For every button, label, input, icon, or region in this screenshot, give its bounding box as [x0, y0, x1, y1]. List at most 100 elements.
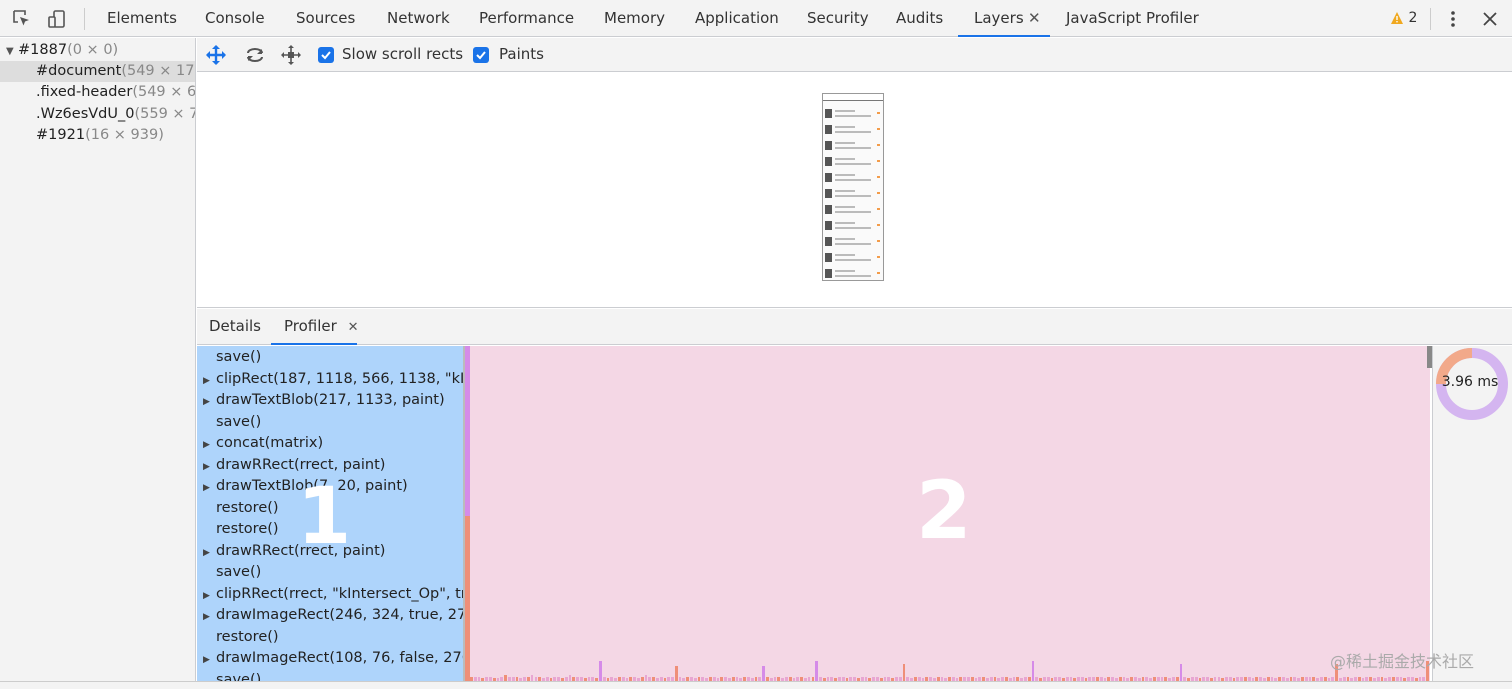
paint-command-text: save(): [216, 413, 262, 430]
expand-triangle-icon[interactable]: ▼: [6, 41, 18, 62]
expand-triangle-icon[interactable]: ▶: [197, 650, 216, 672]
thumbnail-list-item: [825, 123, 881, 137]
bottom-border: [0, 681, 1512, 689]
annotation-1: 1: [297, 472, 352, 562]
tab-profiler-label: Profiler: [284, 317, 337, 335]
paint-command-row[interactable]: ▶ concat(matrix): [197, 433, 323, 455]
paint-profiler-timeline[interactable]: 2: [470, 346, 1430, 689]
layers-3d-view[interactable]: [197, 73, 1512, 308]
tree-item-wz6esvdu[interactable]: .Wz6esVdU_0(559 × 7: [36, 104, 195, 125]
thumbnail-text-line: [835, 174, 855, 176]
expand-triangle-icon[interactable]: ▶: [197, 478, 216, 500]
tab-application[interactable]: Application: [695, 0, 779, 37]
tree-item-document[interactable]: #document(549 × 174: [0, 61, 196, 82]
paint-command-row[interactable]: restore(): [197, 627, 279, 649]
paint-command-row[interactable]: ▶ drawRRect(rrect, paint): [197, 455, 385, 477]
device-toolbar-icon[interactable]: [46, 8, 68, 30]
paint-command-row[interactable]: ▶ clipRRect(rrect, "kIntersect_Op", tr: [197, 584, 463, 606]
tab-console[interactable]: Console: [205, 0, 265, 37]
thumbnail-accent: [877, 192, 880, 194]
timeline-bar[interactable]: [1031, 661, 1035, 681]
paint-command-row[interactable]: save(): [197, 347, 261, 369]
paint-command-log[interactable]: save() ▶ drawImageRect(108, 76, false, 276…: [197, 346, 463, 689]
thumbnail-accent: [877, 160, 880, 162]
tab-memory[interactable]: Memory: [604, 0, 665, 37]
tab-security[interactable]: Security: [807, 0, 869, 37]
thumbnail-text-line: [835, 158, 855, 160]
expand-triangle-icon[interactable]: ▶: [197, 586, 216, 608]
paint-command-text: clipRRect(rrect, "kIntersect_Op", tr: [216, 585, 463, 602]
inspect-element-icon[interactable]: [11, 8, 33, 30]
thumbnail-accent: [877, 176, 880, 178]
page-layer-thumbnail[interactable]: [822, 93, 884, 281]
timeline-bar[interactable]: [762, 666, 765, 681]
timeline-bar[interactable]: [1179, 663, 1183, 681]
tab-audits[interactable]: Audits: [896, 0, 943, 37]
paint-command-row[interactable]: ▶ drawRRect(rrect, paint): [197, 541, 385, 563]
tree-item-1921[interactable]: #1921(16 × 939): [36, 125, 164, 146]
thumbnail-text-line: [835, 254, 855, 256]
watermark: @稀土掘金技术社区: [1330, 652, 1475, 671]
paints-checkbox[interactable]: [473, 47, 489, 63]
thumbnail-avatar: [825, 189, 832, 198]
thumbnail-accent: [877, 128, 880, 130]
paint-command-row[interactable]: restore(): [197, 498, 279, 520]
close-tab-icon[interactable]: ✕: [1028, 0, 1041, 37]
layer-name: .Wz6esVdU_0: [36, 106, 135, 122]
expand-triangle-icon[interactable]: ▶: [197, 371, 216, 393]
layer-tree: ▼ #1887(0 × 0) #document(549 × 174 .fixed…: [0, 38, 196, 689]
timeline-bar[interactable]: [815, 661, 819, 681]
warnings-indicator[interactable]: 2: [1390, 8, 1417, 30]
pan-mode-icon[interactable]: [205, 44, 227, 66]
thumbnail-text-line: [835, 211, 871, 213]
reset-transform-icon[interactable]: [280, 44, 302, 66]
timeline-bar[interactable]: [902, 663, 906, 681]
timeline-bar[interactable]: [599, 661, 602, 681]
paint-command-row[interactable]: ▶ clipRect(187, 1118, 566, 1138, "kIr: [197, 369, 463, 391]
close-devtools-icon[interactable]: [1479, 8, 1501, 30]
tree-item-fixed-header[interactable]: .fixed-header(549 × 63: [36, 82, 195, 103]
expand-triangle-icon[interactable]: ▶: [197, 607, 216, 629]
paint-command-row[interactable]: ▶ drawImageRect(108, 76, false, 276: [197, 648, 463, 670]
paint-command-row[interactable]: ▶ drawTextBlob(217, 1133, paint): [197, 390, 445, 412]
tab-network[interactable]: Network: [387, 0, 450, 37]
thumbnail-avatar: [825, 157, 832, 166]
fixed-header-layer: [823, 94, 883, 101]
thumbnail-list-item: [825, 171, 881, 185]
paint-command-row[interactable]: save(): [197, 412, 261, 434]
paint-command-text: drawTextBlob(217, 1133, paint): [216, 392, 445, 408]
paint-command-row[interactable]: ▶ drawImageRect(246, 324, true, 276: [197, 605, 463, 627]
thumbnail-list-item: [825, 235, 881, 249]
expand-triangle-icon[interactable]: ▶: [197, 392, 216, 414]
tab-sources[interactable]: Sources: [296, 0, 355, 37]
layer-size: (0 × 0): [67, 42, 119, 58]
timeline-bar[interactable]: [674, 666, 678, 681]
tab-performance[interactable]: Performance: [479, 0, 574, 37]
more-options-icon[interactable]: [1442, 8, 1464, 30]
paint-command-text: drawImageRect(246, 324, true, 276: [216, 607, 463, 623]
thumbnail-list-item: [825, 219, 881, 233]
paint-command-row[interactable]: restore(): [197, 519, 279, 541]
thumbnail-text-line: [835, 206, 855, 208]
paint-command-row[interactable]: save(): [197, 562, 261, 584]
expand-triangle-icon[interactable]: ▶: [197, 435, 216, 457]
expand-triangle-icon[interactable]: ▶: [197, 457, 216, 479]
layer-size: (549 × 174: [121, 63, 196, 79]
expand-triangle-icon[interactable]: ▶: [197, 543, 216, 565]
thumbnail-text-line: [835, 179, 871, 181]
tab-details[interactable]: Details: [209, 309, 261, 345]
thumbnail-accent: [877, 208, 880, 210]
paint-command-text: concat(matrix): [216, 435, 324, 451]
tab-elements[interactable]: Elements: [107, 0, 177, 37]
tree-item-root[interactable]: ▼ #1887(0 × 0): [6, 40, 118, 61]
thumbnail-text-line: [835, 147, 871, 149]
thumbnail-avatar: [825, 237, 832, 246]
slow-scroll-rects-checkbox[interactable]: [318, 47, 334, 63]
tab-profiler[interactable]: Profiler ✕: [271, 309, 359, 345]
thumbnail-text-line: [835, 275, 871, 277]
rotate-mode-icon[interactable]: [244, 44, 266, 66]
thumbnail-avatar: [825, 109, 832, 118]
tab-javascript-profiler[interactable]: JavaScript Profiler: [1066, 0, 1199, 37]
close-tab-icon[interactable]: ✕: [348, 320, 359, 335]
thumbnail-text-line: [835, 227, 871, 229]
